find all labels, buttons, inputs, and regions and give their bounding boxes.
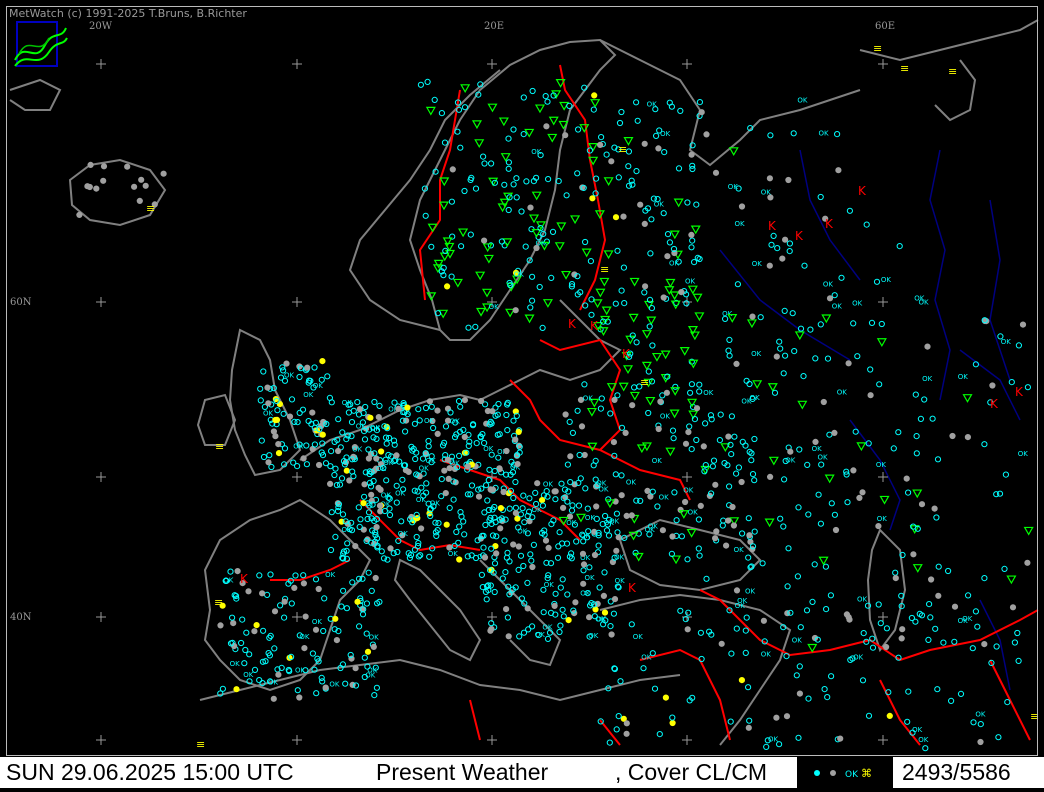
datetime-text: SUN 29.06.2025 15:00 UTC [6,759,294,785]
product-text[interactable]: Present Weather [376,757,548,788]
legend-swatch: OK ⌘ [797,757,893,788]
map-border [6,6,1038,756]
lat-label-40n: 40N [10,612,32,623]
svg-text:⌘: ⌘ [861,767,872,780]
overlay-text[interactable]: , Cover CL/CM [615,757,767,788]
metwatch-logo-icon [13,20,68,72]
svg-text:OK: OK [845,770,859,780]
lat-label-60n: 60N [10,297,32,308]
weather-map[interactable]: OK OK OK OK OK OK OK OK OK OK OK OK OK OK OK OK OK OK OK OK… [0,0,1044,788]
station-count-text: 2493/5586 [902,759,1011,785]
lon-label-20w: 20W [89,21,113,32]
lon-label-60e: 60E [875,21,896,32]
copyright-text: MetWatch (c) 1991-2025 T.Bruns, B.Richte… [9,7,247,20]
lon-label-20e: 20E [484,21,505,32]
